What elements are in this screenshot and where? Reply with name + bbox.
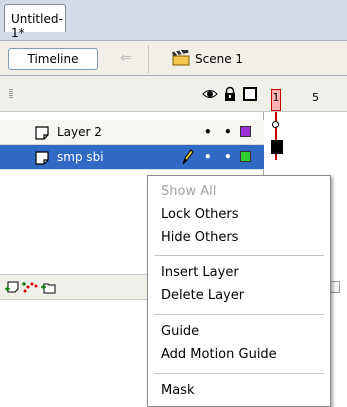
clapperboard-icon [172,48,190,66]
menu-item-delete-layer[interactable]: Delete Layer [161,286,244,306]
pencil-icon [182,149,194,165]
document-tab[interactable]: Untitled-1* [4,4,66,40]
insert-layer-icon[interactable] [4,280,20,294]
visibility-dot[interactable]: • [204,150,212,164]
menu-item-show-all: Show All [161,184,217,199]
add-motion-guide-icon[interactable] [22,280,38,294]
outline-icon[interactable] [242,86,258,102]
scene-indicator[interactable]: Scene 1 [172,48,243,70]
keyframe-marker[interactable] [272,121,279,128]
layer-name: Layer 2 [57,125,102,139]
lock-dot[interactable]: • [224,150,232,164]
menu-item-hide-others[interactable]: Hide Others [161,228,238,248]
lock-icon[interactable] [222,86,238,102]
selected-frame[interactable] [271,140,283,154]
visibility-dot[interactable]: • [204,125,212,139]
layer-row-smp-sbi[interactable]: smp sbi • • [0,145,264,170]
frame-ruler[interactable]: 1 5 [264,76,347,112]
ruler-marker: 5 [312,91,319,104]
edit-bar: Timeline ⇐ Scene 1 [0,40,347,76]
layer-row-layer-2[interactable]: Layer 2 • • [0,120,264,145]
document-tab-strip: Untitled-1* [0,0,347,40]
back-arrow-icon[interactable]: ⇐ [116,49,136,67]
outline-color-swatch[interactable] [240,151,251,162]
layer-name: smp sbi [57,150,104,164]
layer-icon [35,126,49,140]
panel-grip[interactable] [9,89,13,99]
menu-item-guide[interactable]: Guide [161,322,199,342]
menu-separator [154,314,324,315]
layer-header [0,76,264,112]
outline-color-swatch[interactable] [240,126,251,137]
timeline-button[interactable]: Timeline [8,48,98,70]
menu-separator [154,255,324,256]
insert-folder-icon[interactable] [40,280,56,294]
eye-icon[interactable] [202,86,218,102]
current-frame-label: 1 [272,91,280,104]
menu-item-add-motion-guide[interactable]: Add Motion Guide [161,345,277,365]
layer-icon [35,151,49,165]
menu-separator [154,373,324,374]
layer-context-menu: Show All Lock Others Hide Others Insert … [147,175,331,407]
menu-item-mask[interactable]: Mask [161,381,194,401]
document-tab-title: Untitled-1* [11,12,63,40]
lock-dot[interactable]: • [224,125,232,139]
menu-item-lock-others[interactable]: Lock Others [161,205,238,225]
toolbar-separator [148,45,149,73]
scene-label: Scene 1 [195,52,244,66]
menu-item-insert-layer[interactable]: Insert Layer [161,263,239,283]
